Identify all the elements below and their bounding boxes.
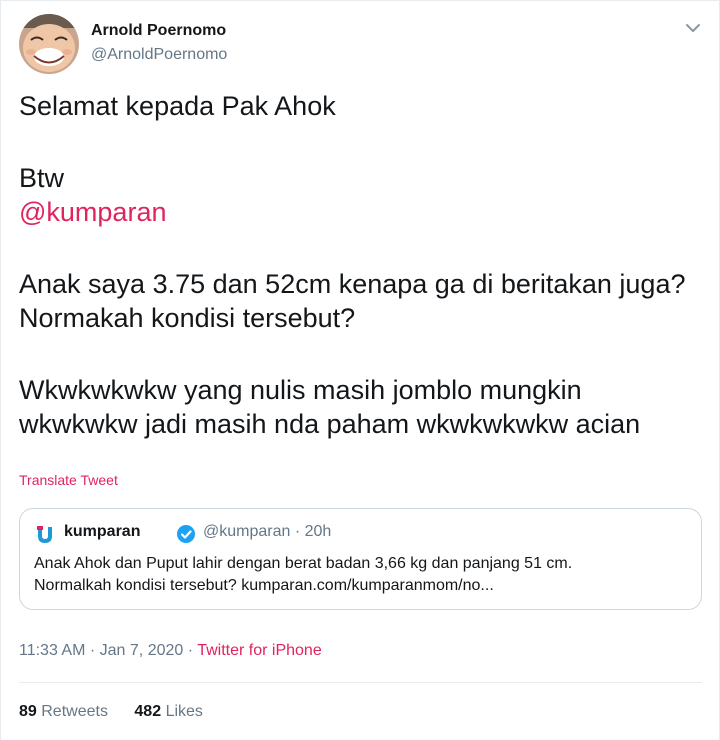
retweets-stat[interactable]: 89 Retweets [19,703,108,720]
quoted-time[interactable]: 20h [305,523,332,540]
mention-link[interactable]: @kumparan [19,197,166,227]
author-handle[interactable]: @ArnoldPoernomo [91,46,227,64]
verified-badge-icon [176,524,196,544]
quoted-line: Anak Ahok dan Puput lahir dengan berat b… [34,555,573,572]
quoted-text: Anak Ahok dan Puput lahir dengan berat b… [34,553,694,597]
quoted-author-name[interactable]: kumparan [64,523,140,541]
chevron-down-icon[interactable] [683,20,703,36]
quoted-line: Normalkah kondisi tersebut? kumparan.com… [34,577,494,594]
tweet-time[interactable]: 11:33 AM [19,642,85,659]
translate-tweet-link[interactable]: Translate Tweet [19,472,118,488]
quoted-tweet[interactable]: kumparan @kumparan · 20h Anak Ahok dan P… [19,508,702,610]
separator: · [89,642,96,659]
tweet-card: Arnold Poernomo @ArnoldPoernomo Selamat … [0,0,720,740]
quoted-meta: @kumparan · 20h [203,523,331,541]
tweet-stats: 89 Retweets 482 Likes [19,703,225,721]
tweet-text: Selamat kepada Pak Ahok Btw @kumparan An… [19,89,709,441]
divider [19,682,702,683]
likes-count: 482 [134,703,162,720]
tweet-source-link[interactable]: Twitter for iPhone [197,642,322,659]
tweet-line: Btw [19,163,65,193]
author-name[interactable]: Arnold Poernomo [91,22,226,40]
likes-stat[interactable]: 482 Likes [134,703,203,720]
quoted-handle[interactable]: @kumparan [203,523,290,540]
tweet-line: wkwkwkw jadi masih nda paham wkwkwkwkw a… [19,409,641,439]
likes-label: Likes [165,703,203,720]
tweet-line: Wkwkwkwkw yang nulis masih jomblo mungki… [19,375,582,405]
separator: · [294,523,301,540]
separator: · [187,642,194,659]
tweet-line: Anak saya 3.75 dan 52cm kenapa ga di ber… [19,269,686,299]
tweet-meta: 11:33 AM · Jan 7, 2020 · Twitter for iPh… [19,642,322,660]
tweet-header: Arnold Poernomo @ArnoldPoernomo [19,14,703,74]
tweet-line: Selamat kepada Pak Ahok [19,91,336,121]
kumparan-logo-icon [35,525,55,545]
tweet-line: Normakah kondisi tersebut? [19,303,356,333]
retweets-label: Retweets [41,703,108,720]
retweets-count: 89 [19,703,37,720]
tweet-date[interactable]: Jan 7, 2020 [100,642,184,659]
avatar[interactable] [19,14,79,74]
